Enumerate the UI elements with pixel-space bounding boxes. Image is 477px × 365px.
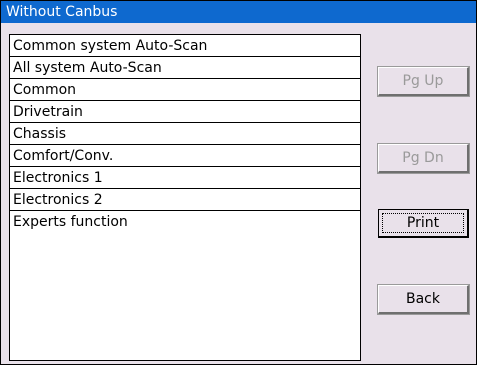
main-window: Without Canbus Common system Auto-Scan A… <box>0 0 477 365</box>
list-item-common-system-auto-scan[interactable]: Common system Auto-Scan <box>10 35 360 57</box>
back-label: Back <box>406 291 440 307</box>
list-item-common[interactable]: Common <box>10 79 360 101</box>
print-label: Print <box>406 215 440 231</box>
list-item-experts-function[interactable]: Experts function <box>10 211 360 233</box>
print-button[interactable]: Print <box>378 209 469 238</box>
list-item-all-system-auto-scan[interactable]: All system Auto-Scan <box>10 57 360 79</box>
system-menu-list: Common system Auto-Scan All system Auto-… <box>9 34 361 361</box>
window-title: Without Canbus <box>1 1 476 23</box>
page-down-label: Pg Dn <box>402 150 444 166</box>
list-item-drivetrain[interactable]: Drivetrain <box>10 101 360 123</box>
list-item-comfort-conv[interactable]: Comfort/Conv. <box>10 145 360 167</box>
list-item-electronics-2[interactable]: Electronics 2 <box>10 189 360 211</box>
list-item-chassis[interactable]: Chassis <box>10 123 360 145</box>
page-down-button[interactable]: Pg Dn <box>377 143 470 174</box>
page-up-label: Pg Up <box>402 73 444 89</box>
list-item-electronics-1[interactable]: Electronics 1 <box>10 167 360 189</box>
back-button[interactable]: Back <box>377 284 470 315</box>
page-up-button[interactable]: Pg Up <box>377 66 470 97</box>
